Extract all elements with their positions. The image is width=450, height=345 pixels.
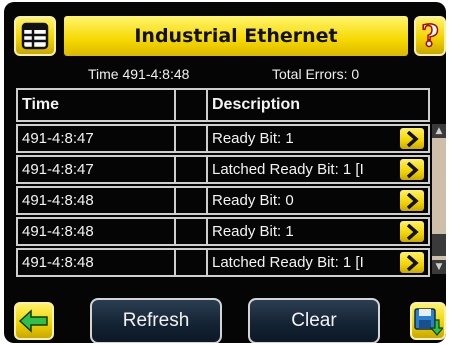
column-divider [174,188,176,213]
question-mark-icon: ? [420,18,439,55]
chevron-right-icon [406,192,419,209]
row-detail-button[interactable] [400,190,424,211]
row-description: Latched Ready Bit: 1 [I [212,254,364,271]
scroll-down-button[interactable]: ▼ [432,260,446,274]
row-detail-button[interactable] [400,128,424,149]
row-detail-button[interactable] [400,159,424,180]
row-detail-button[interactable] [400,252,424,273]
refresh-button[interactable]: Refresh [90,298,222,343]
chevron-right-icon [406,254,419,271]
column-divider [174,219,176,244]
table-header: Time Description [16,88,430,122]
table-row[interactable]: 491-4:8:48 Ready Bit: 0 [16,186,430,215]
row-time: 491-4:8:47 [22,130,94,147]
column-header-description: Description [212,96,301,113]
table-row[interactable]: 491-4:8:48 Latched Ready Bit: 1 [I [16,248,430,277]
column-divider [206,157,208,182]
total-errors: Total Errors: 0 [272,66,360,82]
column-divider [206,250,208,275]
menu-grid-icon [21,22,49,50]
scrollbar-thumb[interactable] [432,234,446,256]
chevron-right-icon [406,161,419,178]
row-description: Latched Ready Bit: 1 [I [212,161,364,178]
column-divider [174,90,176,120]
column-divider [174,126,176,151]
row-description: Ready Bit: 0 [212,192,294,209]
page-title: Industrial Ethernet [64,16,408,56]
menu-button[interactable] [14,16,56,56]
table-row[interactable]: 491-4:8:47 Ready Bit: 1 [16,124,430,153]
row-detail-button[interactable] [400,221,424,242]
help-button[interactable]: ? [414,16,446,56]
scroll-up-button[interactable]: ▲ [432,124,446,138]
column-divider [206,219,208,244]
back-button[interactable] [14,302,54,340]
row-time: 491-4:8:48 [22,223,94,240]
save-disk-icon [414,308,443,336]
clear-button[interactable]: Clear [248,298,380,343]
chevron-right-icon [406,223,419,240]
time-readout: Time 491-4:8:48 [88,66,190,82]
column-divider [206,188,208,213]
save-button[interactable] [410,302,446,340]
row-time: 491-4:8:48 [22,192,94,209]
back-arrow-icon [18,309,48,333]
row-time: 491-4:8:47 [22,161,94,178]
column-divider [174,157,176,182]
row-description: Ready Bit: 1 [212,130,294,147]
table-row[interactable]: 491-4:8:48 Ready Bit: 1 [16,217,430,246]
column-divider [206,126,208,151]
row-description: Ready Bit: 1 [212,223,294,240]
screen: Industrial Ethernet ? Time 491-4:8:48 To… [4,2,446,343]
column-divider [206,90,208,120]
chevron-right-icon [406,130,419,147]
row-time: 491-4:8:48 [22,254,94,271]
column-divider [174,250,176,275]
table-row[interactable]: 491-4:8:47 Latched Ready Bit: 1 [I [16,155,430,184]
column-header-time: Time [22,96,60,113]
